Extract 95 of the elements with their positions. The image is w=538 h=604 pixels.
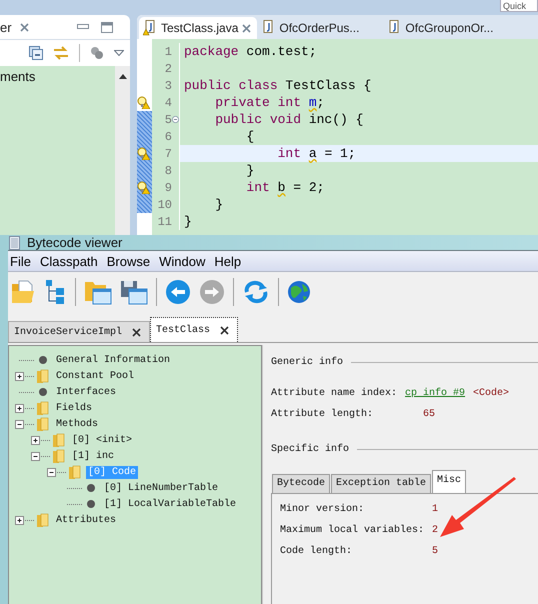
field-label: Minor version: — [280, 504, 366, 515]
fold-toggle-icon[interactable] — [172, 115, 179, 124]
folder-icon — [36, 513, 50, 527]
code-line: } — [179, 196, 538, 213]
view-tab[interactable]: er — [0, 15, 35, 39]
line-number: 9 — [164, 180, 172, 194]
document-tab[interactable]: TestClass — [150, 317, 238, 342]
folder-icon — [36, 401, 50, 415]
menu-item[interactable]: Help — [214, 254, 242, 268]
field-label: Attribute name index: — [271, 388, 398, 399]
line-number: 3 — [164, 78, 172, 92]
field-value: 1 — [432, 504, 438, 515]
warning-bulb-icon[interactable] — [137, 96, 150, 109]
scrollbar[interactable] — [115, 66, 130, 235]
bullet-icon — [36, 353, 50, 367]
line-number: 1 — [164, 44, 172, 58]
menu-item[interactable]: Browse — [106, 254, 150, 268]
code-line: package com.test; — [179, 43, 538, 60]
line-number: 6 — [164, 130, 172, 144]
collapse-all-icon[interactable] — [29, 46, 43, 60]
folder-icon — [36, 417, 50, 431]
close-icon[interactable] — [220, 326, 230, 334]
tree-item[interactable]: Interfaces — [54, 386, 118, 398]
menu-item[interactable]: File — [10, 254, 31, 268]
field-value: <Code> — [473, 388, 510, 399]
editor-tab[interactable]: TestClass.java — [139, 17, 258, 39]
expand-toggle-icon[interactable] — [15, 420, 34, 428]
bullet-icon — [36, 385, 50, 399]
info-tab[interactable]: Exception table — [331, 474, 432, 493]
save-window-icon[interactable] — [120, 278, 148, 304]
scroll-up-icon[interactable] — [118, 74, 126, 79]
back-icon[interactable] — [165, 278, 191, 304]
tree-item[interactable]: [0] LineNumberTable — [102, 482, 220, 494]
code-line: int b = 2; — [179, 179, 538, 196]
line-number: 8 — [164, 164, 172, 178]
line-number: 2 — [164, 62, 172, 76]
field-value: 65 — [423, 409, 436, 420]
code-line: public class TestClass { — [179, 77, 538, 94]
document-tab[interactable]: InvoiceServiceImpl — [8, 321, 150, 342]
field-value: 2 — [432, 525, 438, 536]
tree-item[interactable]: [1] LocalVariableTable — [102, 498, 238, 510]
tree-item[interactable]: Constant Pool — [54, 370, 136, 382]
tree-item[interactable]: [0] <init> — [70, 434, 134, 446]
line-number: 7 — [164, 146, 172, 160]
line-number: 10 — [156, 198, 172, 212]
section-title: Generic info — [271, 357, 344, 368]
tree-item[interactable]: [1] inc — [70, 450, 116, 462]
field-label: Attribute length: — [271, 409, 374, 420]
quick-access-field[interactable]: Quick — [500, 0, 538, 12]
tree-item[interactable]: Attributes — [54, 514, 118, 526]
dropdown-icon[interactable] — [114, 50, 124, 56]
code-line: private int m; — [179, 94, 538, 111]
line-number: 11 — [156, 214, 172, 228]
info-tab[interactable]: Misc — [432, 470, 466, 493]
line-number: 4 — [164, 96, 172, 110]
gears-icon[interactable] — [90, 46, 104, 60]
globe-icon[interactable] — [287, 280, 311, 304]
field-label: Maximum local variables: — [280, 525, 426, 536]
hierarchy-icon[interactable] — [45, 278, 67, 304]
code-line: public void inc() { — [179, 111, 538, 128]
close-icon[interactable] — [132, 328, 142, 336]
menu-item[interactable]: Classpath — [40, 254, 98, 268]
refresh-icon[interactable] — [242, 280, 270, 304]
line-number: 5 — [164, 112, 172, 126]
info-tab[interactable]: Bytecode — [272, 474, 330, 493]
window-title: Bytecode viewer — [27, 235, 122, 250]
expand-toggle-icon[interactable] — [15, 372, 34, 380]
expand-toggle-icon[interactable] — [15, 404, 34, 412]
tree-item[interactable]: Methods — [54, 418, 100, 430]
folder-icon — [52, 449, 66, 463]
folder-icon — [68, 465, 82, 479]
tree-item[interactable]: Fields — [54, 402, 94, 414]
outline-item[interactable]: ments — [0, 66, 115, 84]
tree-item[interactable]: General Information — [54, 354, 172, 366]
menu-item[interactable]: Window — [159, 254, 206, 268]
open-folder-icon[interactable] — [11, 278, 37, 304]
maximize-icon[interactable] — [100, 22, 113, 32]
expand-toggle-icon[interactable] — [31, 452, 50, 460]
folder-icon — [36, 369, 50, 383]
code-line: } — [179, 162, 538, 179]
bullet-icon — [84, 497, 98, 511]
editor-tab[interactable]: OfcOrderPus... — [257, 17, 366, 39]
editor-tab[interactable]: OfcGrouponOr... — [383, 17, 500, 39]
expand-toggle-icon[interactable] — [31, 436, 50, 444]
field-label: Code length: — [280, 546, 354, 557]
link-icon[interactable] — [53, 46, 69, 60]
code-line: } — [179, 213, 538, 230]
folder-icon — [52, 433, 66, 447]
field-value: 5 — [432, 546, 438, 557]
expand-toggle-icon[interactable] — [15, 516, 34, 524]
minimize-icon[interactable] — [76, 24, 89, 30]
bullet-icon — [84, 481, 98, 495]
expand-toggle-icon[interactable] — [47, 468, 66, 476]
cp-info-link[interactable]: cp info #9 — [405, 388, 466, 399]
section-title: Specific info — [271, 444, 350, 455]
